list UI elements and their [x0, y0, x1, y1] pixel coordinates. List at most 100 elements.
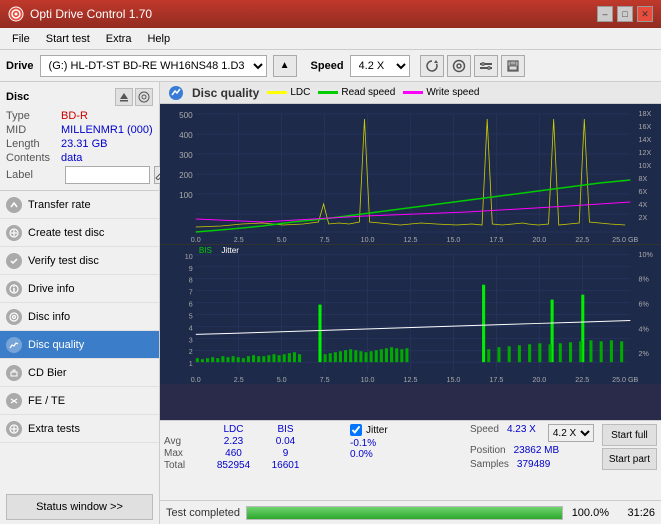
- svg-text:20.0: 20.0: [532, 237, 546, 244]
- disc-panel: Disc Type BD-R MID MILLENMR1 (000): [0, 82, 159, 191]
- nav-cd-bier[interactable]: CD Bier: [0, 359, 159, 387]
- nav-disc-info[interactable]: Disc info: [0, 303, 159, 331]
- nav-create-test-disc[interactable]: Create test disc: [0, 219, 159, 247]
- svg-text:10X: 10X: [639, 163, 652, 170]
- position-row: Position 23862 MB: [470, 445, 594, 456]
- legend-ldc: LDC: [267, 87, 310, 98]
- chart-header: Disc quality LDC Read speed Write speed: [160, 82, 661, 104]
- disc-length-label: Length: [6, 138, 61, 150]
- disc-eject-icon[interactable]: [115, 88, 133, 106]
- svg-text:16X: 16X: [639, 124, 652, 131]
- svg-text:5.0: 5.0: [277, 237, 287, 244]
- speed-select[interactable]: 4.2 X Max 2.0 X: [350, 55, 410, 77]
- disc-icon[interactable]: [447, 55, 471, 77]
- stats-avg-row: Avg 2.23 0.04: [164, 436, 342, 447]
- svg-text:200: 200: [179, 171, 193, 180]
- svg-text:12.5: 12.5: [404, 377, 418, 384]
- bis-chart: BIS Jitter 10 9 8 7 6 5 4 3 2 1 10% 8%: [160, 244, 661, 384]
- menu-extra[interactable]: Extra: [98, 31, 140, 47]
- svg-text:4: 4: [189, 325, 193, 332]
- nav-fe-te-label: FE / TE: [28, 395, 65, 407]
- progress-percent: 100.0%: [569, 507, 609, 519]
- main-layout: Disc Type BD-R MID MILLENMR1 (000): [0, 82, 661, 524]
- svg-text:18X: 18X: [639, 111, 652, 118]
- settings-icon[interactable]: [474, 55, 498, 77]
- disc-mid-value: MILLENMR1 (000): [61, 124, 153, 136]
- disc-label-row: Label: [6, 166, 153, 184]
- stats-table: LDC BIS Avg 2.23 0.04 Max 460 9: [160, 421, 346, 500]
- title-bar-left: Opti Drive Control 1.70: [8, 6, 152, 22]
- close-button[interactable]: ✕: [637, 6, 653, 22]
- save-icon[interactable]: [501, 55, 525, 77]
- refresh-icon[interactable]: [420, 55, 444, 77]
- eject-button[interactable]: ▲: [273, 55, 297, 77]
- svg-text:7.5: 7.5: [320, 237, 330, 244]
- jitter-avg-value: -0.1%: [350, 438, 462, 449]
- svg-text:6%: 6%: [639, 302, 650, 309]
- nav-extra-tests[interactable]: Extra tests: [0, 415, 159, 443]
- svg-text:2: 2: [189, 349, 193, 356]
- nav-disc-quality[interactable]: Disc quality: [0, 331, 159, 359]
- disc-panel-icons: [115, 88, 153, 106]
- speed-stat-select[interactable]: 4.2 X: [548, 424, 594, 442]
- svg-text:15.0: 15.0: [446, 377, 460, 384]
- progress-time: 31:26: [615, 507, 655, 519]
- app-icon: [8, 6, 24, 22]
- disc-mid-label: MID: [6, 124, 61, 136]
- svg-text:22.5: 22.5: [575, 377, 589, 384]
- svg-text:5.0: 5.0: [277, 377, 287, 384]
- speed-row: Speed 4.23 X 4.2 X: [470, 424, 594, 442]
- samples-label: Samples: [470, 459, 509, 470]
- menu-help[interactable]: Help: [139, 31, 178, 47]
- nav-drive-info-icon: [6, 281, 22, 297]
- nav-transfer-rate-label: Transfer rate: [28, 199, 91, 211]
- svg-text:25.0 GB: 25.0 GB: [612, 377, 639, 384]
- start-part-button[interactable]: Start part: [602, 448, 657, 470]
- disc-info-icon[interactable]: [135, 88, 153, 106]
- stats-total-bis: 16601: [263, 460, 308, 471]
- svg-text:15.0: 15.0: [446, 237, 460, 244]
- disc-mid-row: MID MILLENMR1 (000): [6, 124, 153, 136]
- stats-row: LDC BIS Avg 2.23 0.04 Max 460 9: [160, 421, 661, 500]
- svg-text:9: 9: [189, 266, 193, 273]
- menu-start-test[interactable]: Start test: [38, 31, 98, 47]
- nav-drive-info[interactable]: Drive info: [0, 275, 159, 303]
- disc-label-label: Label: [6, 169, 61, 181]
- jitter-max-value: 0.0%: [350, 449, 462, 460]
- speed-stat-value: 4.23 X: [507, 424, 536, 442]
- drive-bar: Drive (G:) HL-DT-ST BD-RE WH16NS48 1.D3 …: [0, 50, 661, 82]
- nav-transfer-rate[interactable]: Transfer rate: [0, 191, 159, 219]
- title-bar: Opti Drive Control 1.70 – □ ✕: [0, 0, 661, 28]
- svg-text:7.5: 7.5: [320, 377, 330, 384]
- disc-length-value: 23.31 GB: [61, 138, 107, 150]
- drive-select[interactable]: (G:) HL-DT-ST BD-RE WH16NS48 1.D3: [40, 55, 267, 77]
- nav-verify-test-disc-label: Verify test disc: [28, 255, 99, 267]
- nav-create-test-disc-label: Create test disc: [28, 227, 104, 239]
- nav-disc-quality-icon: [6, 337, 22, 353]
- stats-max-bis: 9: [263, 448, 308, 459]
- status-window-button[interactable]: Status window >>: [6, 494, 153, 520]
- jitter-stats: Jitter -0.1% 0.0%: [346, 421, 466, 500]
- disc-label-input[interactable]: [65, 166, 150, 184]
- svg-text:20.0: 20.0: [532, 377, 546, 384]
- menu-file[interactable]: File: [4, 31, 38, 47]
- maximize-button[interactable]: □: [617, 6, 633, 22]
- nav-verify-test-disc[interactable]: Verify test disc: [0, 247, 159, 275]
- samples-row: Samples 379489: [470, 459, 594, 470]
- svg-text:500: 500: [179, 111, 193, 120]
- start-full-button[interactable]: Start full: [602, 424, 657, 446]
- position-label: Position: [470, 445, 506, 456]
- jitter-checkbox[interactable]: [350, 424, 362, 436]
- legend-write-speed-label: Write speed: [426, 87, 479, 98]
- minimize-button[interactable]: –: [597, 6, 613, 22]
- stats-total-row: Total 852954 16601: [164, 460, 342, 471]
- svg-text:7: 7: [189, 290, 193, 297]
- nav-fe-te[interactable]: FE / TE: [0, 387, 159, 415]
- svg-text:17.5: 17.5: [489, 377, 503, 384]
- stats-avg-ldc: 2.23: [206, 436, 261, 447]
- legend-read-speed-label: Read speed: [341, 87, 395, 98]
- app-title: Opti Drive Control 1.70: [30, 7, 152, 21]
- disc-contents-value: data: [61, 152, 82, 164]
- svg-text:0.0: 0.0: [191, 237, 201, 244]
- disc-contents-row: Contents data: [6, 152, 153, 164]
